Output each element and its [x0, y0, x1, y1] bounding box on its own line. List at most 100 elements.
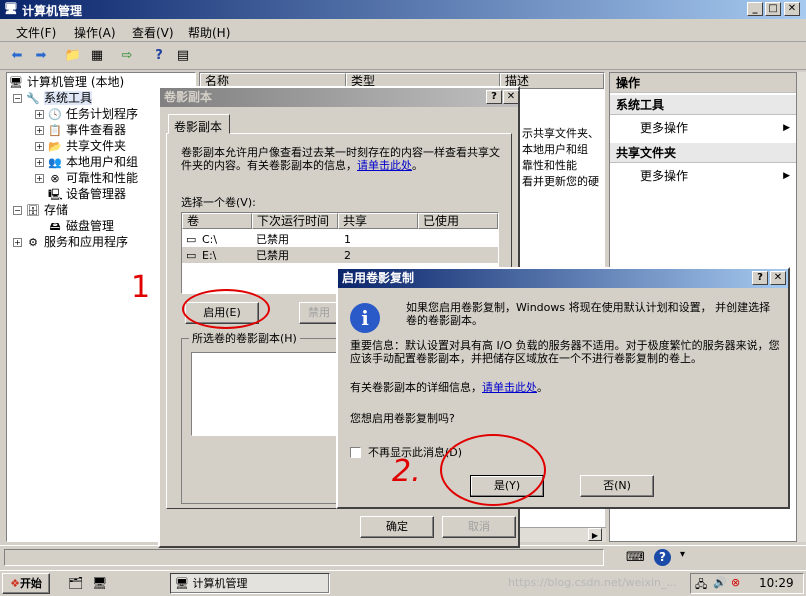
- column-header-next-run[interactable]: 下次运行时间: [252, 213, 338, 229]
- dialog-close-button[interactable]: ✕: [503, 90, 519, 104]
- network-icon[interactable]: 🖧: [695, 576, 707, 595]
- menu-view[interactable]: 查看(V): [132, 24, 174, 41]
- forward-arrow-icon[interactable]: ➡: [32, 47, 50, 65]
- show-hide-tree-icon[interactable]: ▦: [88, 47, 106, 65]
- no-button[interactable]: 否(N): [580, 475, 654, 497]
- description-body: 卷影副本允许用户像查看过去某一时刻存在的内容一样查看共享文件夹的内容。有关卷影副…: [181, 146, 500, 172]
- help-circle-icon[interactable]: ?: [654, 549, 671, 566]
- actions-section-shared-folders[interactable]: 共享文件夹: [610, 143, 796, 163]
- tree-item-local-users[interactable]: + 👥 本地用户和组: [35, 154, 138, 170]
- start-button[interactable]: ❖开始: [2, 573, 50, 594]
- services-icon: ⚙: [28, 235, 38, 249]
- tree-label: 本地用户和组: [66, 155, 139, 169]
- info-link[interactable]: 请单击此处: [357, 159, 412, 172]
- dialog-title: 启用卷影复制: [342, 271, 415, 285]
- tree-item-reliability[interactable]: + ⊗ 可靠性和性能: [35, 170, 138, 186]
- close-button[interactable]: ✕: [784, 2, 800, 16]
- tree-item-device-manager[interactable]: 🖳 设备管理器: [48, 186, 126, 202]
- details-body: 有关卷影副本的详细信息，: [350, 381, 482, 394]
- menu-action[interactable]: 操作(A): [74, 24, 116, 41]
- quick-launch-server-icon[interactable]: 🖥: [92, 576, 107, 590]
- column-header-volume[interactable]: 卷: [182, 213, 252, 229]
- ok-button[interactable]: 确定: [360, 516, 434, 538]
- submenu-arrow-icon: ▶: [783, 123, 790, 133]
- warning-icon[interactable]: ⊗: [731, 576, 740, 589]
- expand-icon[interactable]: +: [13, 238, 22, 247]
- expand-icon[interactable]: +: [35, 126, 44, 135]
- actions-section-system-tools[interactable]: 系统工具: [610, 95, 796, 115]
- tree-label: 设备管理器: [66, 187, 127, 201]
- tree-root[interactable]: 🖥 计算机管理 (本地): [9, 74, 124, 90]
- dont-show-checkbox[interactable]: [350, 447, 361, 458]
- computer-management-icon: 🖥: [4, 2, 18, 15]
- performance-icon: ⊗: [50, 171, 60, 185]
- details-link[interactable]: 请单击此处: [482, 381, 537, 394]
- details-end: 。: [537, 381, 548, 394]
- more-actions-1[interactable]: 更多操作 ▶: [640, 119, 790, 137]
- back-arrow-icon[interactable]: ⬅: [8, 47, 26, 65]
- expand-icon[interactable]: +: [35, 174, 44, 183]
- help-icon[interactable]: ?: [150, 47, 168, 65]
- more-actions-label: 更多操作: [640, 169, 689, 183]
- properties-icon[interactable]: ▤: [174, 47, 192, 65]
- up-folder-icon[interactable]: 📁: [64, 47, 82, 65]
- info-icon: i: [350, 303, 380, 333]
- menu-help[interactable]: 帮助(H): [188, 24, 230, 41]
- tree-item-services-apps[interactable]: + ⚙ 服务和应用程序: [13, 234, 128, 250]
- menu-bar: 文件(F) 操作(A) 查看(V) 帮助(H): [0, 20, 806, 42]
- tab-shadow-copies[interactable]: 卷影副本: [168, 114, 230, 134]
- disable-button[interactable]: 禁用: [299, 302, 339, 324]
- vertical-scrollbar[interactable]: [797, 72, 806, 542]
- more-actions-2[interactable]: 更多操作 ▶: [640, 167, 790, 185]
- volume-cell: C:\: [202, 233, 218, 246]
- collapse-icon[interactable]: −: [13, 206, 22, 215]
- shares-cell: 1: [344, 233, 351, 246]
- collapse-icon[interactable]: −: [13, 94, 22, 103]
- tree-item-shared-folders[interactable]: + 📂 共享文件夹: [35, 138, 126, 154]
- event-log-icon: 📋: [48, 123, 62, 137]
- annotation-mark-2: 2.: [392, 454, 421, 489]
- tree-item-task-scheduler[interactable]: + 🕓 任务计划程序: [35, 106, 138, 122]
- minimize-button[interactable]: _: [747, 2, 763, 16]
- tree-item-event-viewer[interactable]: + 📋 事件查看器: [35, 122, 126, 138]
- enable-info-text: 如果您启用卷影复制，Windows 将现在使用默认计划和设置， 并创建选择卷的卷…: [406, 301, 771, 327]
- column-header-used[interactable]: 已使用: [418, 213, 498, 229]
- expand-icon[interactable]: +: [35, 142, 44, 151]
- volume-row-c[interactable]: ▭ C:\ 已禁用 1: [182, 231, 498, 247]
- shadow-copies-list[interactable]: [191, 352, 351, 436]
- tree-item-disk-management[interactable]: 🖴 磁盘管理: [48, 218, 114, 234]
- scroll-right-icon[interactable]: ▶: [588, 528, 602, 541]
- dialog-help-button[interactable]: ?: [486, 90, 502, 104]
- expand-icon[interactable]: +: [35, 110, 44, 119]
- list-item[interactable]: 靠性和性能: [522, 159, 577, 172]
- status-panel: [4, 549, 604, 566]
- horizontal-scrollbar[interactable]: ▶: [520, 527, 606, 542]
- clock[interactable]: 10:29: [759, 576, 794, 590]
- menu-file[interactable]: 文件(F): [16, 24, 56, 41]
- tree-item-system-tools[interactable]: − 🔧 系统工具: [13, 90, 93, 106]
- tree-label: 磁盘管理: [66, 219, 115, 233]
- cancel-button[interactable]: 取消: [442, 516, 516, 538]
- quick-launch-explorer-icon[interactable]: 🗂: [68, 576, 83, 590]
- maximize-button[interactable]: □: [765, 2, 781, 16]
- export-list-icon[interactable]: ⇨: [118, 47, 136, 65]
- expand-icon[interactable]: +: [35, 158, 44, 167]
- dropdown-arrow-icon[interactable]: ▾: [680, 549, 685, 560]
- tree-label: 共享文件夹: [66, 139, 127, 153]
- tree-label: 系统工具: [44, 91, 93, 105]
- disk-icon: 🖴: [49, 219, 61, 233]
- dialog-titlebar: 卷影副本 ? ✕: [160, 88, 519, 107]
- list-item[interactable]: 示共享文件夹、: [522, 127, 599, 140]
- list-item[interactable]: 本地用户和组: [522, 143, 588, 156]
- taskbar-item-computer-management[interactable]: 🖥 计算机管理: [170, 573, 330, 594]
- important-info-text: 重要信息：默认设置对具有高 I/O 负载的服务器不适用。对于极度繁忙的服务器来说…: [350, 339, 780, 365]
- tree-item-storage[interactable]: − 🗄 存储: [13, 202, 68, 218]
- tree-label: 事件查看器: [66, 123, 127, 137]
- list-item[interactable]: 看并更新您的硬: [522, 175, 599, 188]
- volume-row-e[interactable]: ▭ E:\ 已禁用 2: [182, 247, 498, 263]
- dialog-close-button[interactable]: ✕: [770, 271, 786, 285]
- column-header-shares[interactable]: 共享: [338, 213, 418, 229]
- dialog-help-button[interactable]: ?: [752, 271, 768, 285]
- tree-label: 可靠性和性能: [66, 171, 139, 185]
- volume-icon[interactable]: 🔊: [713, 576, 727, 589]
